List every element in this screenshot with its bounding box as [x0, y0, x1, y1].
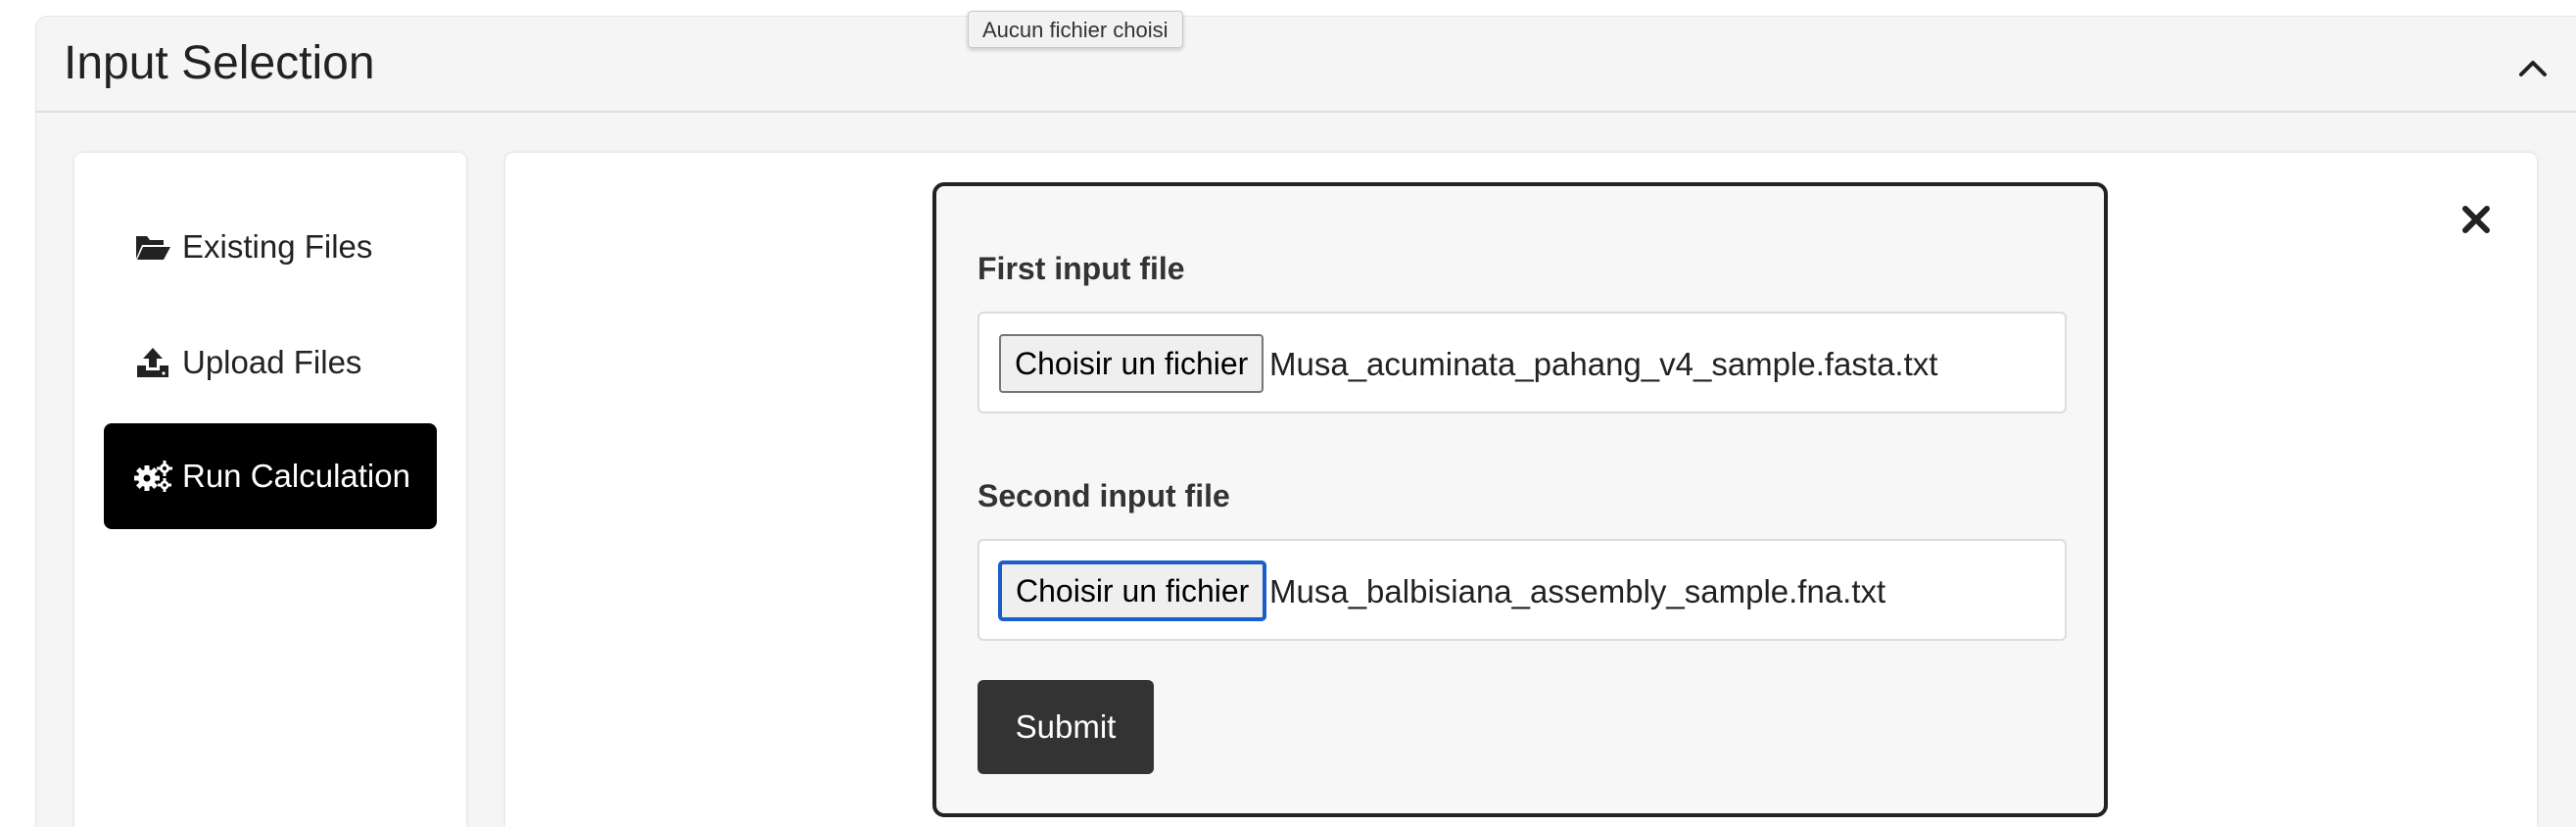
panel-header: Input Selection	[36, 17, 2576, 113]
close-button[interactable]	[2458, 202, 2494, 237]
sidebar-item-label: Existing Files	[182, 228, 373, 265]
file-tooltip: Aucun fichier choisi	[968, 11, 1183, 48]
sidebar-item-label: Upload Files	[182, 344, 362, 380]
sidebar-item-upload-files[interactable]: Upload Files	[104, 310, 437, 415]
sidebar-item-run-calculation[interactable]: Run Calculation	[104, 423, 437, 529]
folder-open-icon	[133, 229, 172, 265]
first-file-name: Musa_acuminata_pahang_v4_sample.fasta.tx…	[1269, 346, 1938, 382]
chevron-up-icon	[2519, 61, 2547, 76]
first-file-input: Choisir un fichier Musa_acuminata_pahang…	[978, 312, 2067, 414]
upload-icon	[133, 345, 172, 380]
close-icon	[2462, 206, 2490, 233]
sidebar-item-label: Run Calculation	[182, 458, 410, 494]
page-title: Input Selection	[64, 37, 375, 89]
sidebar: Existing Files Upload Files Run Calculat…	[74, 153, 466, 827]
second-file-input: Choisir un fichier Musa_balbisiana_assem…	[978, 539, 2067, 641]
submit-button[interactable]: Submit	[978, 680, 1154, 774]
file-input-form: First input file Choisir un fichier Musa…	[932, 182, 2108, 817]
cogs-icon	[133, 459, 172, 494]
second-choose-file-button[interactable]: Choisir un fichier	[999, 561, 1266, 620]
collapse-button[interactable]	[2511, 46, 2554, 89]
first-choose-file-button[interactable]: Choisir un fichier	[999, 334, 1264, 393]
second-file-name: Musa_balbisiana_assembly_sample.fna.txt	[1269, 573, 1886, 609]
first-input-label: First input file	[978, 251, 1185, 286]
second-input-label: Second input file	[978, 478, 1230, 513]
sidebar-item-existing-files[interactable]: Existing Files	[104, 194, 437, 300]
